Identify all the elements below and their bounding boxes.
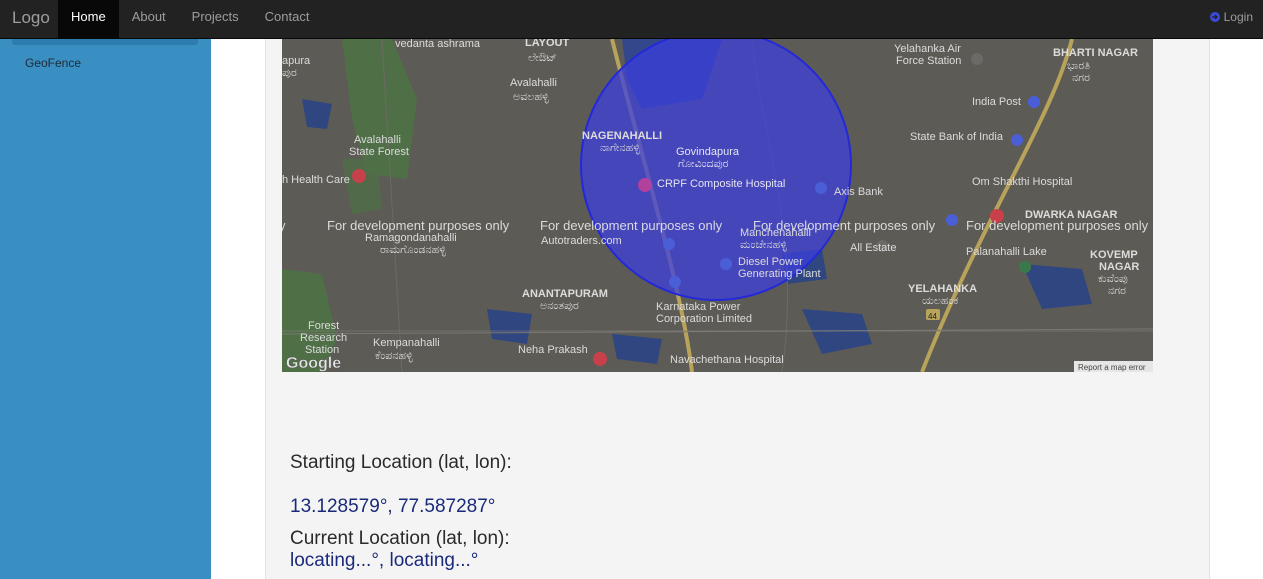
login-label: Login <box>1223 10 1253 24</box>
svg-text:vedanta ashrama: vedanta ashrama <box>395 39 481 50</box>
svg-text:Axis Bank: Axis Bank <box>834 186 883 198</box>
map-watermark-4: For development purposes only <box>966 218 1149 233</box>
svg-text:Yelahanka Air: Yelahanka Air <box>894 43 961 55</box>
svg-text:Ramagondanahalli: Ramagondanahalli <box>365 232 457 244</box>
svg-text:ಯಲಹಂಕ: ಯಲಹಂಕ <box>922 295 958 307</box>
nav-contact[interactable]: Contact <box>252 0 323 38</box>
svg-text:NAGENAHALLI: NAGENAHALLI <box>582 130 662 142</box>
svg-text:BHARTI NAGAR: BHARTI NAGAR <box>1053 47 1138 59</box>
map-view[interactable]: vedanta ashrama LAYOUT ಲೇಔಟ್ Avalahalli … <box>282 39 1153 372</box>
report-map-error-link: Report a map error <box>1078 363 1146 372</box>
nav-home[interactable]: Home <box>58 0 119 38</box>
google-logo: Google <box>286 355 341 372</box>
svg-text:Palanahalli Lake: Palanahalli Lake <box>966 246 1047 258</box>
map-watermark-2: For development purposes only <box>540 218 723 233</box>
nav-menu: Home About Projects Contact <box>58 0 322 38</box>
svg-text:Kempanahalli: Kempanahalli <box>373 337 440 349</box>
map-watermark-1: For development purposes only <box>327 218 510 233</box>
svg-text:India Post: India Post <box>972 96 1021 108</box>
svg-text:Avalahalli: Avalahalli <box>510 77 557 89</box>
svg-text:ಗೋವಿಂದಪುರ: ಗೋವಿಂದಪುರ <box>678 158 729 170</box>
svg-text:h Health Care: h Health Care <box>282 174 350 186</box>
sidebar-item-geofence[interactable]: GeoFence <box>25 56 81 70</box>
current-location-value: locating...°, locating...° <box>290 550 479 571</box>
svg-text:ಅನಂತಪುರ: ಅನಂತಪುರ <box>540 300 579 312</box>
svg-text:Forest: Forest <box>308 320 339 332</box>
svg-text:Om Shakthi Hospital: Om Shakthi Hospital <box>972 176 1072 188</box>
login-link[interactable]: Login <box>1208 0 1253 34</box>
svg-text:KOVEMP: KOVEMP <box>1090 249 1138 261</box>
svg-text:Force Station: Force Station <box>896 55 961 67</box>
map-watermark-3: For development purposes only <box>753 218 936 233</box>
svg-text:ನಗರ: ನಗರ <box>1072 72 1090 84</box>
brand-logo[interactable]: Logo <box>12 8 50 28</box>
svg-text:Research: Research <box>300 332 347 344</box>
starting-location-value: 13.128579°, 77.587287° <box>290 496 496 517</box>
svg-text:ANANTAPURAM: ANANTAPURAM <box>522 288 608 300</box>
svg-text:Generating Plant: Generating Plant <box>738 268 821 280</box>
svg-text:CRPF Composite Hospital: CRPF Composite Hospital <box>657 178 785 190</box>
svg-text:Avalahalli: Avalahalli <box>354 134 401 146</box>
svg-text:ಕುವೆಂಪು: ಕುವೆಂಪು <box>1098 273 1128 285</box>
svg-text:LAYOUT: LAYOUT <box>525 39 569 49</box>
svg-text:ನಗರ: ನಗರ <box>1108 285 1126 297</box>
svg-text:Corporation Limited: Corporation Limited <box>656 313 752 325</box>
svg-text:ರಾಮಗೊಂಡನಹಳ್ಳಿ: ರಾಮಗೊಂಡನಹಳ್ಳಿ <box>380 244 446 256</box>
svg-text:All Estate: All Estate <box>850 242 896 254</box>
top-navbar: Logo Home About Projects Contact Login <box>0 0 1263 39</box>
svg-text:Karnataka Power: Karnataka Power <box>656 301 741 313</box>
svg-text:State Forest: State Forest <box>349 146 409 158</box>
nav-about[interactable]: About <box>119 0 179 38</box>
svg-text:Neha Prakash: Neha Prakash <box>518 344 588 356</box>
svg-text:NAGAR: NAGAR <box>1099 261 1139 273</box>
svg-text:ಭಾರತಿ: ಭಾರತಿ <box>1067 60 1090 72</box>
nav-projects[interactable]: Projects <box>179 0 252 38</box>
current-location-label: Current Location (lat, lon): <box>290 528 510 549</box>
svg-text:y: y <box>282 218 286 233</box>
svg-text:YELAHANKA: YELAHANKA <box>908 283 977 295</box>
sidebar-selected-indicator <box>12 39 198 45</box>
login-icon <box>1209 12 1220 22</box>
svg-text:State Bank of India: State Bank of India <box>910 131 1004 143</box>
svg-text:ಲೇಔಟ್: ಲೇಔಟ್ <box>528 52 557 64</box>
svg-text:Govindapura: Govindapura <box>676 146 740 158</box>
svg-text:ಮಂಚೇನಹಳ್ಳಿ: ಮಂಚೇನಹಳ್ಳಿ <box>740 239 787 251</box>
sidebar: GeoFence <box>0 39 211 579</box>
svg-text:ಅವಲಹಳ್ಳಿ: ಅವಲಹಳ್ಳಿ <box>513 91 549 103</box>
svg-text:Navachethana Hospital: Navachethana Hospital <box>670 354 784 366</box>
starting-location-label: Starting Location (lat, lon): <box>290 452 512 473</box>
svg-text:apura: apura <box>282 55 311 67</box>
svg-text:Autotraders.com: Autotraders.com <box>541 235 622 247</box>
svg-text:ಕೆಂಪನಹಳ್ಳಿ: ಕೆಂಪನಹಳ್ಳಿ <box>375 350 413 362</box>
svg-text:44: 44 <box>928 312 937 321</box>
location-panel: Starting Location (lat, lon): <box>290 452 512 474</box>
svg-text:ನಾಗೇನಹಳ್ಳಿ: ನಾಗೇನಹಳ್ಳಿ <box>600 142 640 154</box>
svg-text:ಪುರ: ಪುರ <box>282 67 297 79</box>
svg-text:Diesel Power: Diesel Power <box>738 256 803 268</box>
